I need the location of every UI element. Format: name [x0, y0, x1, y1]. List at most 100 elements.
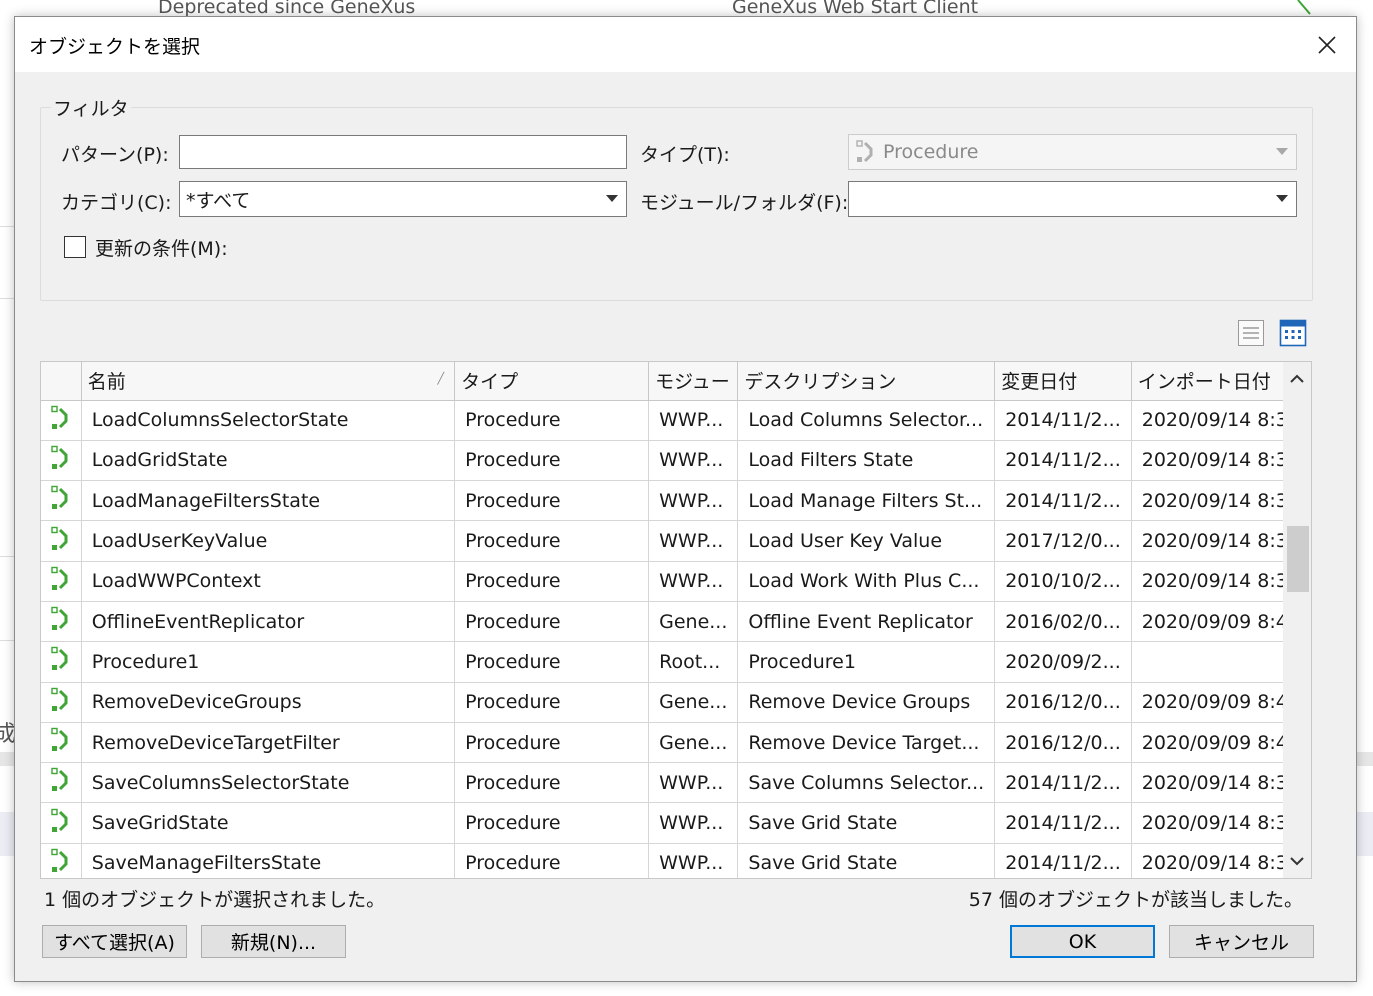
scroll-thumb[interactable]: [1287, 526, 1309, 592]
selected-count-status: 1 個のオブジェクトが選択されました。: [44, 889, 386, 911]
column-header-name[interactable]: 名前 ╱: [81, 362, 456, 401]
matched-count-status: 57 個のオブジェクトが該当しました。: [968, 889, 1303, 911]
cell-module: Gene...: [648, 601, 739, 643]
cell-modified: 2016/12/0...: [994, 682, 1132, 723]
cell-description: Save Columns Selector...: [737, 762, 996, 804]
table-row[interactable]: LoadColumnsSelectorState Procedure WWP... L…: [41, 400, 1311, 441]
select-object-dialog: オブジェクトを選択 フィルタ パターン(P): タイプ(T): Procedur…: [14, 16, 1357, 982]
table-row[interactable]: LoadGridState Procedure WWP... Load Filters…: [41, 440, 1311, 482]
row-icon-cell: [41, 802, 82, 844]
list-view-icon[interactable]: [1237, 319, 1265, 347]
category-select[interactable]: *すべて: [179, 181, 627, 217]
cell-type: Procedure: [454, 480, 650, 522]
chevron-down-icon: [606, 195, 618, 202]
cell-name: OfflineEventReplicator: [81, 601, 456, 643]
cell-modified: 2016/02/0...: [994, 601, 1132, 643]
cell-type: Procedure: [454, 520, 650, 562]
category-select-value: *すべて: [186, 189, 251, 212]
background-header-mid: GeneXus Web Start Client: [732, 0, 979, 17]
close-button[interactable]: [1298, 17, 1356, 72]
dialog-title: オブジェクトを選択: [29, 36, 201, 58]
table-row[interactable]: Procedure1 Procedure Root... Procedure1 2020…: [41, 641, 1311, 683]
modified-checkbox[interactable]: [64, 236, 86, 258]
cell-module: WWP...: [648, 802, 739, 844]
filter-group: フィルタ パターン(P): タイプ(T): Procedure カテゴリ(C):…: [40, 94, 1313, 301]
cell-name: SaveManageFiltersState: [81, 843, 456, 878]
cell-name: RemoveDeviceTargetFilter: [81, 722, 456, 764]
procedure-icon: [51, 848, 68, 872]
procedure-icon: [51, 445, 68, 469]
table-row[interactable]: OfflineEventReplicator Procedure Gene... Of…: [41, 601, 1311, 643]
vertical-scrollbar[interactable]: [1283, 362, 1311, 878]
table-row[interactable]: LoadWWPContext Procedure WWP... Load Work W…: [41, 561, 1311, 602]
background-divider: [0, 298, 14, 299]
type-select-value: Procedure: [883, 141, 979, 163]
cell-name: RemoveDeviceGroups: [81, 682, 456, 723]
column-header-name-label: 名前: [87, 371, 126, 394]
cell-type: Procedure: [454, 400, 650, 441]
scroll-up-button[interactable]: [1283, 362, 1311, 396]
table-row[interactable]: LoadUserKeyValue Procedure WWP... Load User…: [41, 520, 1311, 562]
cell-name: SaveColumnsSelectorState: [81, 762, 456, 804]
procedure-icon: [51, 405, 68, 429]
cell-description: Load Work With Plus C...: [737, 561, 996, 602]
module-select[interactable]: [848, 181, 1297, 217]
filter-legend: フィルタ: [51, 94, 131, 121]
column-header-description[interactable]: デスクリプション: [737, 362, 996, 401]
cell-description: Load Filters State: [737, 440, 996, 482]
new-button[interactable]: 新規(N)...: [201, 925, 346, 958]
cell-modified: 2014/11/2...: [994, 400, 1132, 441]
row-icon-cell: [41, 480, 82, 522]
row-icon-cell: [41, 843, 82, 878]
column-header-module[interactable]: モジュー: [648, 362, 739, 401]
cell-name: Procedure1: [81, 641, 456, 683]
close-icon: [1318, 35, 1336, 54]
procedure-icon: [51, 606, 68, 631]
module-label: モジュール/フォルダ(F):: [640, 192, 849, 214]
table-row[interactable]: SaveManageFiltersState Procedure WWP... Sav…: [41, 843, 1311, 878]
chevron-down-icon: [1290, 857, 1304, 866]
table-row[interactable]: LoadManageFiltersState Procedure WWP... Loa…: [41, 480, 1311, 522]
scroll-down-button[interactable]: [1283, 844, 1311, 878]
chevron-up-icon: [1290, 374, 1304, 383]
background-header: Deprecated since GeneXus GeneXus Web Sta…: [0, 0, 1373, 17]
row-icon-cell: [41, 561, 82, 602]
cancel-button[interactable]: キャンセル: [1169, 925, 1314, 958]
ok-button[interactable]: OK: [1010, 925, 1155, 958]
table-row[interactable]: SaveGridState Procedure WWP... Save Grid St…: [41, 802, 1311, 844]
cell-name: LoadGridState: [81, 440, 456, 482]
cell-module: WWP...: [648, 400, 739, 441]
background-divider: [0, 640, 14, 641]
cell-description: Load User Key Value: [737, 520, 996, 562]
background-header-left: Deprecated since GeneXus: [158, 0, 416, 17]
table-row[interactable]: RemoveDeviceTargetFilter Procedure Gene...…: [41, 722, 1311, 764]
row-icon-cell: [41, 762, 82, 804]
column-header-modified[interactable]: 変更日付: [994, 362, 1132, 401]
background-strip: [1357, 752, 1373, 766]
cell-modified: 2014/11/2...: [994, 843, 1132, 878]
cell-name: LoadUserKeyValue: [81, 520, 456, 562]
row-icon-cell: [41, 641, 82, 683]
cell-description: Offline Event Replicator: [737, 601, 996, 643]
row-icon-cell: [41, 400, 82, 441]
table-row[interactable]: RemoveDeviceGroups Procedure Gene... Remove…: [41, 682, 1311, 723]
object-grid: 名前 ╱ タイプ モジュー デスクリプション 変更日付 インポート日付 LoadC…: [40, 361, 1312, 879]
select-all-button[interactable]: すべて選択(A): [42, 925, 187, 958]
sort-ascending-icon: ╱: [437, 372, 445, 385]
row-icon-cell: [41, 682, 82, 723]
cell-name: LoadColumnsSelectorState: [81, 400, 456, 441]
cell-name: SaveGridState: [81, 802, 456, 844]
type-select[interactable]: Procedure: [848, 134, 1297, 170]
column-header-type[interactable]: タイプ: [454, 362, 650, 401]
procedure-icon: [51, 486, 68, 510]
column-header-icon[interactable]: [41, 362, 82, 401]
pattern-input[interactable]: [179, 135, 627, 169]
cell-modified: 2014/11/2...: [994, 480, 1132, 522]
cell-description: Load Columns Selector...: [737, 400, 996, 441]
cell-name: LoadManageFiltersState: [81, 480, 456, 522]
table-row[interactable]: SaveColumnsSelectorState Procedure WWP... S…: [41, 762, 1311, 804]
procedure-icon: [51, 687, 68, 711]
procedure-icon: [51, 647, 68, 671]
cell-type: Procedure: [454, 561, 650, 602]
details-view-icon[interactable]: [1279, 319, 1307, 347]
